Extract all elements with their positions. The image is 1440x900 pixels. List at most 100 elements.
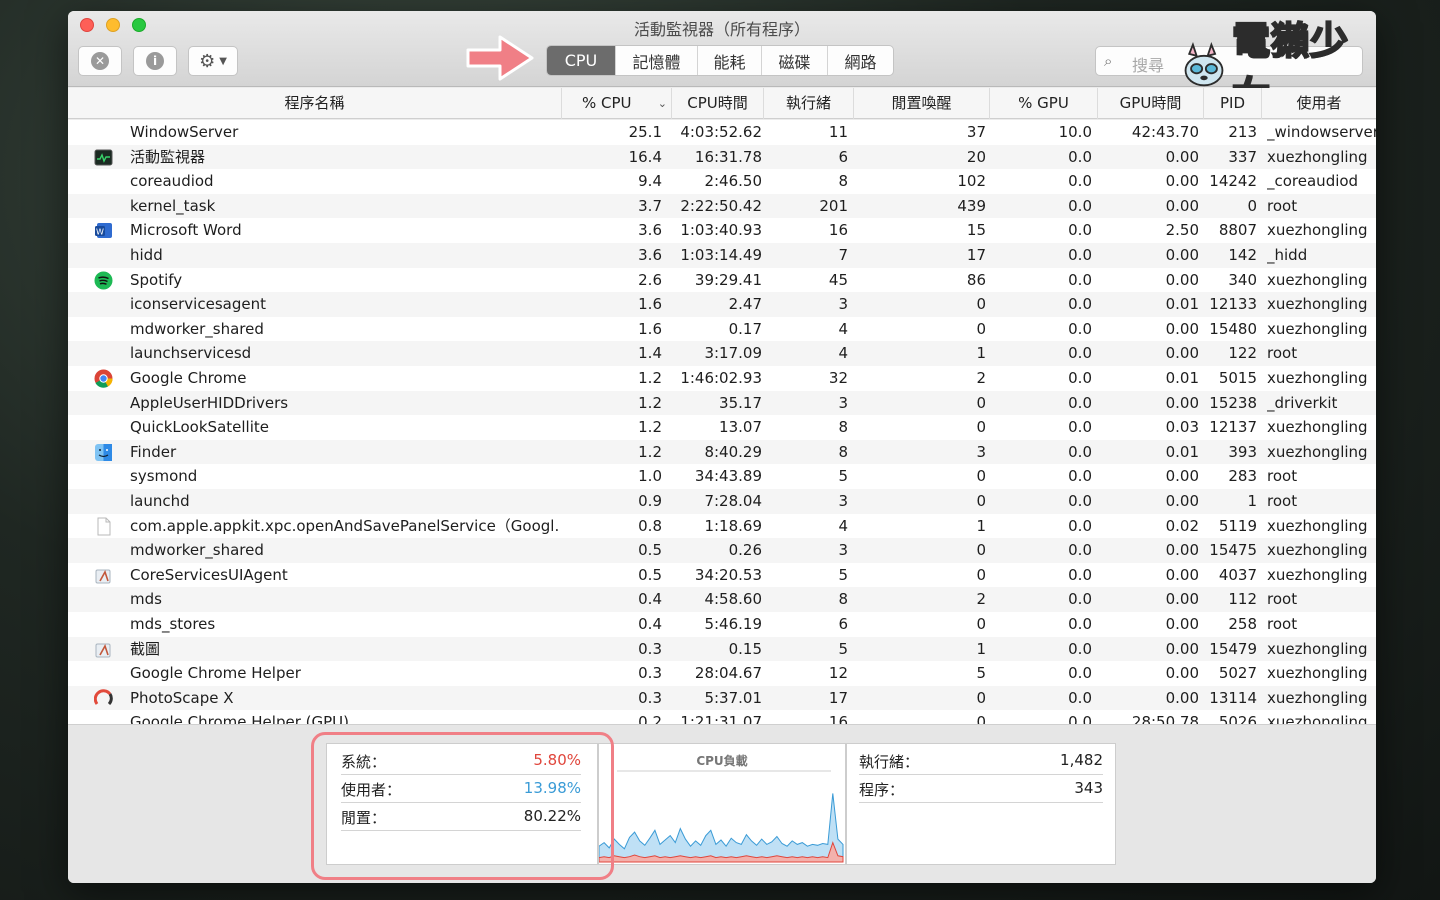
cpu-time-cell: 2.47 <box>728 295 762 314</box>
tab-energy[interactable]: 能耗 <box>697 46 761 75</box>
column-header-idle-wakeups[interactable]: 閒置喚醒 <box>854 88 990 119</box>
column-header-threads[interactable]: 執行緒 <box>764 88 854 119</box>
cpu-cell: 0.8 <box>638 516 662 535</box>
table-row[interactable]: AppleUserHIDDrivers 1.2 35.17 3 0 0.0 0.00 1523… <box>68 390 1376 416</box>
user-cell: xuezhongling <box>1267 369 1368 387</box>
table-row[interactable]: hidd 3.6 1:03:14.49 7 17 0.0 0.00 142 _hidd <box>68 243 1376 268</box>
cpu-time-cell: 34:43.89 <box>694 467 762 486</box>
gpu-time-cell: 0.00 <box>1165 590 1199 609</box>
cpu-time-cell: 4:03:52.62 <box>680 123 762 141</box>
cpu-cell: 1.6 <box>638 295 662 314</box>
table-row[interactable]: Finder 1.2 8:40.29 8 3 0.0 0.01 393 xuezhongling <box>68 439 1376 465</box>
tab-disk[interactable]: 磁碟 <box>761 46 827 75</box>
cpu-time-cell: 3:17.09 <box>704 344 762 363</box>
idle-wakeups-cell: 0 <box>976 615 986 633</box>
table-row[interactable]: Google Chrome 1.2 1:46:02.93 32 2 0.0 0.01 5015… <box>68 366 1376 391</box>
pid-cell: 258 <box>1228 615 1257 633</box>
processes-value: 343 <box>1074 779 1103 797</box>
table-row[interactable]: QuickLookSatellite 1.2 13.07 8 0 0.0 0.03 12137… <box>68 415 1376 440</box>
process-name-cell: Microsoft Word <box>130 221 242 240</box>
column-header-cpu-time[interactable]: CPU時間 <box>672 88 764 119</box>
gpu-time-cell: 0.00 <box>1165 393 1199 412</box>
table-row[interactable]: CoreServicesUIAgent 0.5 34:20.53 5 0 0.0 0.00 4… <box>68 563 1376 588</box>
highlight-annotation <box>311 732 614 880</box>
pid-cell: 213 <box>1228 123 1257 141</box>
cpu-cell: 0.5 <box>638 541 662 560</box>
process-name-cell: AppleUserHIDDrivers <box>130 393 289 412</box>
threads-cell: 3 <box>838 295 848 314</box>
pid-cell: 8807 <box>1218 221 1257 240</box>
threads-cell: 8 <box>838 590 848 609</box>
tab-cpu[interactable]: CPU <box>547 46 615 75</box>
table-row[interactable]: mdworker_shared 1.6 0.17 4 0 0.0 0.00 15480 xuez… <box>68 317 1376 342</box>
table-row[interactable]: Spotify 2.6 39:29.41 45 86 0.0 0.00 340 xuezhong… <box>68 268 1376 293</box>
search-icon: ⌕ <box>1104 52 1113 70</box>
column-header-gpu[interactable]: % GPU <box>990 88 1098 119</box>
user-cell: xuezhongling <box>1267 516 1368 535</box>
word-icon: W <box>95 223 112 239</box>
idle-wakeups-cell: 1 <box>976 639 986 658</box>
process-name-cell: QuickLookSatellite <box>130 418 269 437</box>
table-row[interactable]: W Microsoft Word 3.6 1:03:40.93 16 15 0.0 2.50 8… <box>68 218 1376 243</box>
idle-wakeups-cell: 439 <box>957 196 986 215</box>
table-row[interactable]: com.apple.appkit.xpc.openAndSavePanelSer… <box>68 514 1376 539</box>
inspect-process-button[interactable]: i <box>133 46 177 76</box>
gpu-time-cell: 0.02 <box>1165 516 1199 535</box>
gpu-cell: 0.0 <box>1068 639 1092 658</box>
column-header-user[interactable]: 使用者 <box>1262 88 1376 119</box>
tab-network[interactable]: 網路 <box>827 46 893 75</box>
threads-cell: 8 <box>838 418 848 437</box>
process-name-cell: hidd <box>130 246 163 264</box>
table-row[interactable]: mdworker_shared 0.5 0.26 3 0 0.0 0.00 15475 xuez… <box>68 538 1376 563</box>
table-row[interactable]: iconservicesagent 1.6 2.47 3 0 0.0 0.01 12133 xu… <box>68 292 1376 317</box>
idle-wakeups-cell: 1 <box>976 516 986 535</box>
gpu-cell: 0.0 <box>1068 541 1092 560</box>
threads-label: 執行緒： <box>859 753 920 771</box>
process-name-cell: com.apple.appkit.xpc.openAndSavePanelSer… <box>130 516 560 535</box>
threads-cell: 4 <box>838 319 848 338</box>
cpu-cell: 3.6 <box>638 246 662 264</box>
user-cell: xuezhongling <box>1267 713 1368 724</box>
user-cell: root <box>1267 344 1298 363</box>
stop-process-button[interactable]: ✕ <box>78 46 122 76</box>
threads-cell: 8 <box>838 172 848 191</box>
pid-cell: 5027 <box>1218 664 1257 683</box>
idle-wakeups-cell: 2 <box>976 590 986 609</box>
chevron-down-icon: ▼ <box>219 55 227 67</box>
idle-wakeups-cell: 2 <box>976 369 986 387</box>
column-header-gpu-time[interactable]: GPU時間 <box>1098 88 1204 119</box>
table-row[interactable]: coreaudiod 9.4 2:46.50 8 102 0.0 0.00 14242 _cor… <box>68 169 1376 194</box>
table-row[interactable]: launchservicesd 1.4 3:17.09 4 1 0.0 0.00 122 roo… <box>68 341 1376 366</box>
table-row[interactable]: mds_stores 0.4 5:46.19 6 0 0.0 0.00 258 root <box>68 612 1376 637</box>
column-header-process-name[interactable]: 程序名稱 <box>68 88 562 119</box>
gpu-time-cell: 0.00 <box>1165 147 1199 166</box>
gear-icon: ⚙ <box>199 50 216 72</box>
table-row[interactable]: 截圖 0.3 0.15 5 1 0.0 0.00 15479 xuezhongling <box>68 636 1376 662</box>
table-row[interactable]: 活動監視器 16.4 16:31.78 6 20 0.0 0.00 337 xuezhongli… <box>68 144 1376 170</box>
pid-cell: 142 <box>1228 246 1257 264</box>
table-row[interactable]: sysmond 1.0 34:43.89 5 0 0.0 0.00 283 root <box>68 464 1376 489</box>
column-header-cpu[interactable]: % CPU ⌄ <box>562 88 672 119</box>
idle-wakeups-cell: 1 <box>976 344 986 363</box>
gpu-time-cell: 2.50 <box>1165 221 1199 240</box>
gpu-cell: 0.0 <box>1068 590 1092 609</box>
pid-cell: 5026 <box>1218 713 1257 724</box>
column-header-pid[interactable]: PID <box>1204 88 1262 119</box>
tab-memory[interactable]: 記憶體 <box>615 46 697 75</box>
table-row[interactable]: mds 0.4 4:58.60 8 2 0.0 0.00 112 root <box>68 587 1376 612</box>
gpu-time-cell: 0.00 <box>1165 664 1199 683</box>
threads-stat: 執行緒： 1,482 <box>859 747 1103 775</box>
table-row[interactable]: launchd 0.9 7:28.04 3 0 0.0 0.00 1 root <box>68 489 1376 514</box>
action-menu-button[interactable]: ⚙ ▼ <box>188 46 238 76</box>
user-cell: xuezhongling <box>1267 664 1368 683</box>
table-row[interactable]: Google Chrome Helper (GPU) 0.2 1:21:31.07 1… <box>68 710 1376 724</box>
cpu-cell: 1.2 <box>638 369 662 387</box>
threads-value: 1,482 <box>1060 751 1103 769</box>
table-row[interactable]: PhotoScape X 0.3 5:37.01 17 0 0.0 0.00 13114 xue… <box>68 685 1376 711</box>
table-row[interactable]: WindowServer 25.1 4:03:52.62 11 37 10.0 42:43.… <box>68 120 1376 145</box>
gpu-cell: 0.0 <box>1068 344 1092 363</box>
table-row[interactable]: kernel_task 3.7 2:22:50.42 201 439 0.0 0.00 0 ro… <box>68 193 1376 219</box>
idle-wakeups-cell: 0 <box>976 492 986 510</box>
table-row[interactable]: Google Chrome Helper 0.3 28:04.67 12 5 0.0 0.0… <box>68 661 1376 686</box>
process-name-cell: mdworker_shared <box>130 541 264 560</box>
